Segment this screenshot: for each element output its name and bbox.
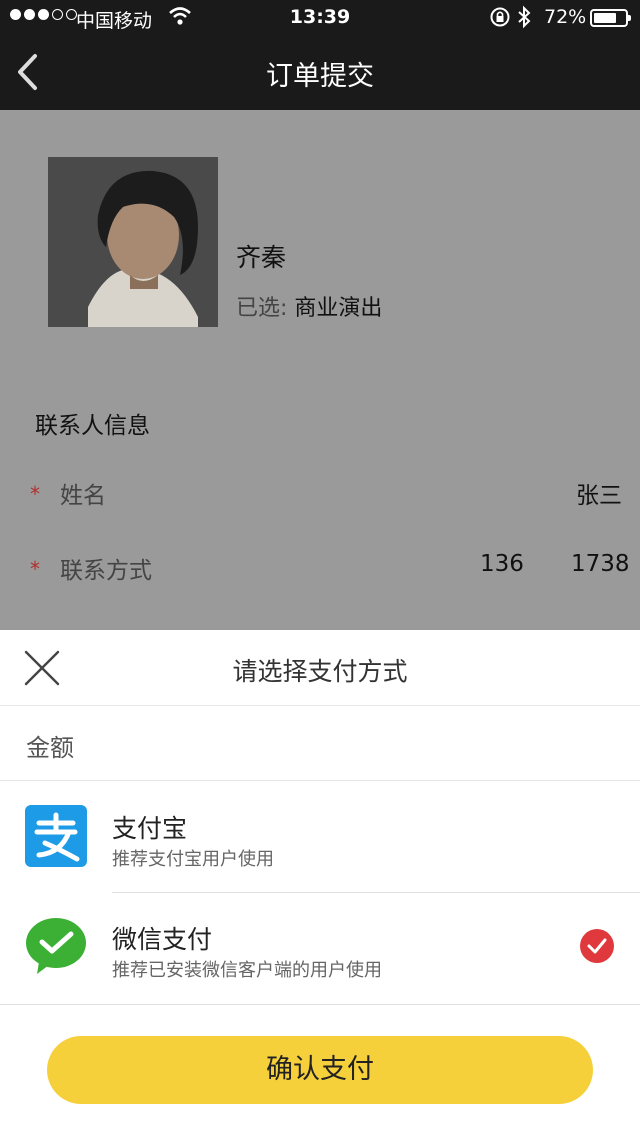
selected-service: 已选: 商业演出 — [236, 290, 382, 322]
order-page-background: 齐秦 已选: 商业演出 联系人信息 * 姓名 张三 * 联系方式 136 173… — [0, 110, 640, 630]
contact-name-row[interactable]: * 姓名 张三 — [0, 470, 640, 520]
payment-sheet-title: 请选择支付方式 — [232, 657, 408, 686]
status-bar: 中国移动 13:39 72% — [0, 0, 640, 36]
required-mark: * — [30, 557, 40, 581]
contact-phone-label: 联系方式 — [60, 558, 152, 584]
rotation-lock-icon — [489, 6, 511, 33]
page-title: 订单提交 — [266, 61, 374, 92]
contact-phone-part2[interactable]: 1738 — [571, 551, 630, 577]
battery-percent: 72% — [544, 6, 587, 28]
selected-label: 已选: — [236, 296, 288, 321]
navigation-bar: 订单提交 — [0, 36, 640, 110]
required-mark: * — [30, 482, 40, 506]
selected-value: 商业演出 — [294, 296, 383, 321]
top-bar: 中国移动 13:39 72% 订单提交 — [0, 0, 640, 110]
wechat-pay-name: 微信支付 — [112, 925, 213, 954]
amount-label: 金额 — [26, 734, 74, 762]
contact-phone-part1[interactable]: 136 — [480, 551, 524, 577]
artist-avatar[interactable] — [48, 157, 218, 327]
alipay-description: 推荐支付宝用户使用 — [112, 849, 274, 870]
payment-sheet: 请选择支付方式 金额 支付宝 推荐支付宝用户使用 微信支付 推荐已安装微信客户端… — [0, 630, 640, 1139]
artist-name: 齐秦 — [236, 243, 287, 272]
confirm-payment-button[interactable]: 确认支付 — [47, 1036, 593, 1104]
contact-name-value[interactable]: 张三 — [576, 476, 622, 510]
battery-icon — [590, 9, 631, 27]
wechat-pay-description: 推荐已安装微信客户端的用户使用 — [112, 960, 382, 981]
alipay-icon — [25, 805, 87, 867]
amount-row: 金额 — [0, 706, 640, 781]
payment-option-wechat[interactable]: 微信支付 推荐已安装微信客户端的用户使用 — [0, 892, 640, 1004]
artist-photo — [48, 157, 218, 327]
contact-name-label: 姓名 — [60, 483, 106, 509]
contact-phone-row[interactable]: * 联系方式 136 1738 — [0, 545, 640, 595]
payment-option-alipay[interactable]: 支付宝 推荐支付宝用户使用 — [0, 781, 640, 893]
wechat-pay-icon — [25, 916, 87, 978]
selected-check-icon — [580, 929, 614, 963]
contact-section-title: 联系人信息 — [35, 413, 150, 439]
bluetooth-icon — [516, 5, 532, 34]
option-divider — [0, 1004, 640, 1005]
payment-sheet-header: 请选择支付方式 — [0, 630, 640, 706]
alipay-name: 支付宝 — [112, 814, 188, 843]
